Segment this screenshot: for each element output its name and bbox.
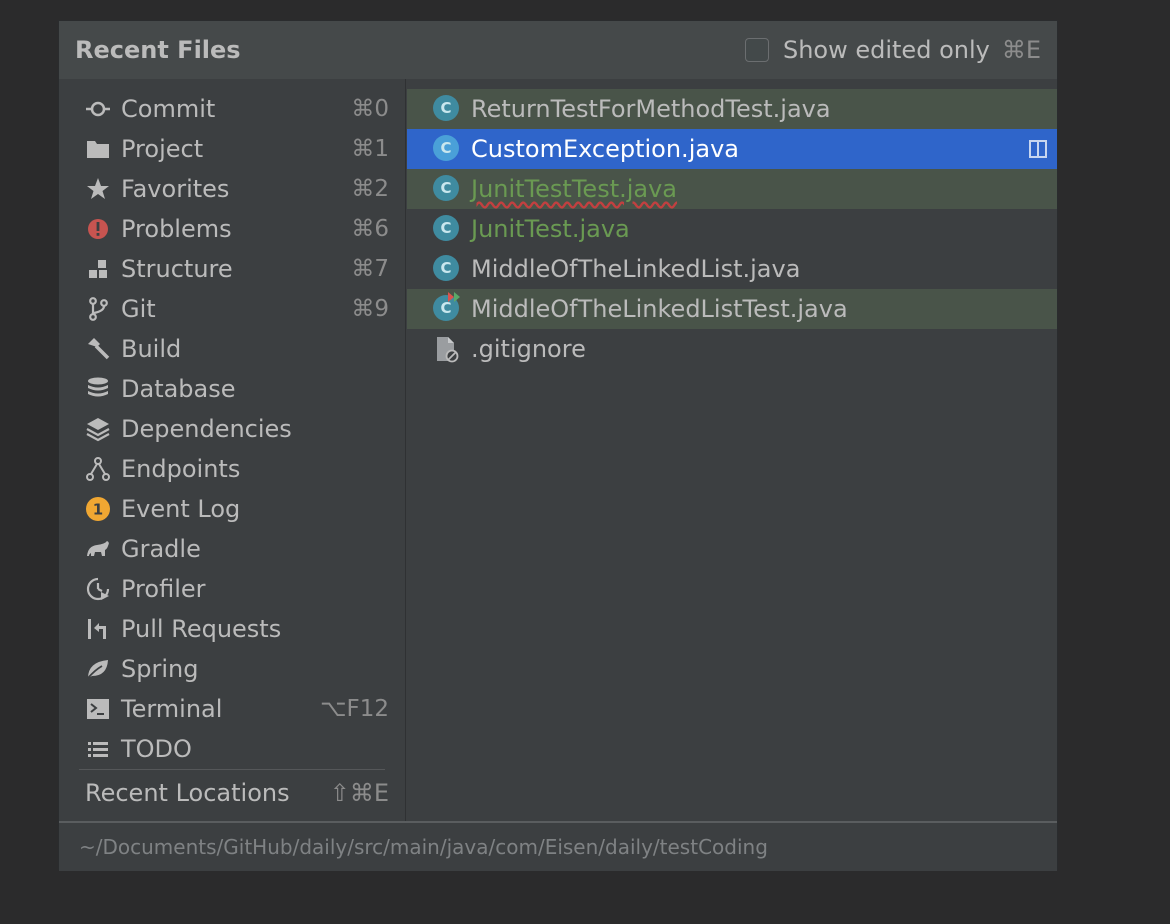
recent-files-list: C ReturnTestForMethodTest.java C CustomE… [407, 79, 1057, 821]
sidebar-item-label: Git [121, 295, 156, 323]
commit-icon [85, 96, 111, 122]
sidebar-item-label: Event Log [121, 495, 241, 523]
event-log-icon: 1 [85, 496, 111, 522]
sidebar-item-label: Gradle [121, 535, 201, 563]
hammer-icon [85, 336, 111, 362]
recent-locations-label: Recent Locations [85, 779, 290, 807]
layers-icon [85, 416, 111, 442]
file-path: ~/Documents/GitHub/daily/src/main/java/c… [79, 835, 768, 859]
java-class-icon: C [433, 95, 461, 123]
file-name: ReturnTestForMethodTest.java [471, 95, 831, 123]
structure-icon [85, 256, 111, 282]
java-class-icon: C [433, 255, 461, 283]
file-row[interactable]: .gitignore [407, 329, 1057, 369]
sidebar-item-problems[interactable]: Problems ⌘6 [59, 209, 389, 249]
sidebar-item-shortcut: ⌘9 [351, 296, 389, 322]
java-test-class-icon: C [433, 292, 461, 323]
java-class-icon: C [433, 215, 461, 243]
profiler-icon [85, 576, 111, 602]
sidebar-item-pull-requests[interactable]: Pull Requests [59, 609, 389, 649]
sidebar-item-profiler[interactable]: Profiler [59, 569, 389, 609]
file-name: CustomException.java [471, 135, 739, 163]
endpoints-icon [85, 456, 111, 482]
gradle-elephant-icon [85, 536, 111, 562]
problems-icon [85, 216, 111, 242]
sidebar-item-label: Terminal [121, 695, 223, 723]
file-row[interactable]: C ReturnTestForMethodTest.java [407, 89, 1057, 129]
file-row[interactable]: C JunitTest.java [407, 209, 1057, 249]
event-log-badge: 1 [93, 501, 103, 519]
sidebar-item-label: Build [121, 335, 182, 363]
pull-request-icon [85, 616, 111, 642]
sidebar-item-event-log[interactable]: 1 Event Log [59, 489, 389, 529]
sidebar-item-label: Commit [121, 95, 216, 123]
show-edited-checkbox[interactable] [744, 38, 769, 62]
sidebar-item-label: Problems [121, 215, 232, 243]
file-name: MiddleOfTheLinkedListTest.java [471, 295, 848, 323]
star-icon [85, 176, 111, 202]
sidebar-item-todo[interactable]: TODO [59, 729, 389, 769]
folder-icon [85, 136, 111, 162]
sidebar-item-gradle[interactable]: Gradle [59, 529, 389, 569]
open-in-split-icon[interactable] [1029, 140, 1047, 158]
recent-files-popup: Recent Files Show edited only ⌘E Commit … [58, 20, 1058, 871]
show-edited-shortcut: ⌘E [1001, 36, 1041, 64]
sidebar-item-label: Structure [121, 255, 233, 283]
popup-header: Recent Files Show edited only ⌘E [59, 21, 1057, 79]
sidebar-divider [79, 769, 385, 770]
file-name: .gitignore [471, 335, 586, 363]
file-name: JunitTest.java [471, 215, 630, 243]
file-name: MiddleOfTheLinkedList.java [471, 255, 801, 283]
file-row[interactable]: C JunitTestTest.java [407, 169, 1057, 209]
sidebar-item-label: Spring [121, 655, 199, 683]
sidebar-item-endpoints[interactable]: Endpoints [59, 449, 389, 489]
spring-leaf-icon [85, 656, 111, 682]
sidebar-item-terminal[interactable]: Terminal ⌥F12 [59, 689, 389, 729]
sidebar-item-shortcut: ⌘7 [351, 256, 389, 282]
sidebar-item-database[interactable]: Database [59, 369, 389, 409]
file-row-selected[interactable]: C CustomException.java [407, 129, 1057, 169]
ignored-file-icon [433, 335, 461, 363]
sidebar-item-label: Endpoints [121, 455, 241, 483]
sidebar-item-shortcut: ⌘1 [351, 136, 389, 162]
java-class-icon: C [433, 175, 461, 203]
java-class-icon: C [433, 135, 461, 163]
sidebar-item-commit[interactable]: Commit ⌘0 [59, 89, 389, 129]
database-icon [85, 376, 111, 402]
status-footer: ~/Documents/GitHub/daily/src/main/java/c… [59, 821, 1057, 871]
sidebar-item-spring[interactable]: Spring [59, 649, 389, 689]
sidebar-item-label: TODO [121, 735, 192, 763]
sidebar-item-shortcut: ⌥F12 [320, 696, 389, 722]
sidebar-item-project[interactable]: Project ⌘1 [59, 129, 389, 169]
file-row[interactable]: C MiddleOfTheLinkedListTest.java [407, 289, 1057, 329]
show-edited-label: Show edited only [782, 36, 990, 64]
popup-title: Recent Files [75, 36, 241, 64]
sidebar-item-dependencies[interactable]: Dependencies [59, 409, 389, 449]
sidebar-item-build[interactable]: Build [59, 329, 389, 369]
sidebar-item-shortcut: ⌘2 [351, 176, 389, 202]
show-edited-only-toggle[interactable]: Show edited only ⌘E [744, 34, 1041, 66]
recent-locations-item[interactable]: Recent Locations ⇧⌘E [59, 771, 389, 815]
sidebar-item-label: Profiler [121, 575, 206, 603]
sidebar-item-label: Pull Requests [121, 615, 282, 643]
todo-list-icon [85, 736, 111, 762]
tool-window-list: Commit ⌘0 Project ⌘1 Favorites ⌘2 Proble… [59, 79, 406, 821]
sidebar-item-label: Favorites [121, 175, 230, 203]
sidebar-item-favorites[interactable]: Favorites ⌘2 [59, 169, 389, 209]
sidebar-item-label: Project [121, 135, 204, 163]
terminal-icon [85, 696, 111, 722]
file-row[interactable]: C MiddleOfTheLinkedList.java [407, 249, 1057, 289]
sidebar-item-label: Dependencies [121, 415, 292, 443]
sidebar-item-git[interactable]: Git ⌘9 [59, 289, 389, 329]
git-branch-icon [85, 296, 111, 322]
sidebar-item-shortcut: ⌘6 [351, 216, 389, 242]
sidebar-item-structure[interactable]: Structure ⌘7 [59, 249, 389, 289]
sidebar-item-shortcut: ⌘0 [351, 96, 389, 122]
file-name: JunitTestTest.java [471, 175, 678, 203]
sidebar-item-label: Database [121, 375, 236, 403]
recent-locations-shortcut: ⇧⌘E [329, 779, 389, 807]
